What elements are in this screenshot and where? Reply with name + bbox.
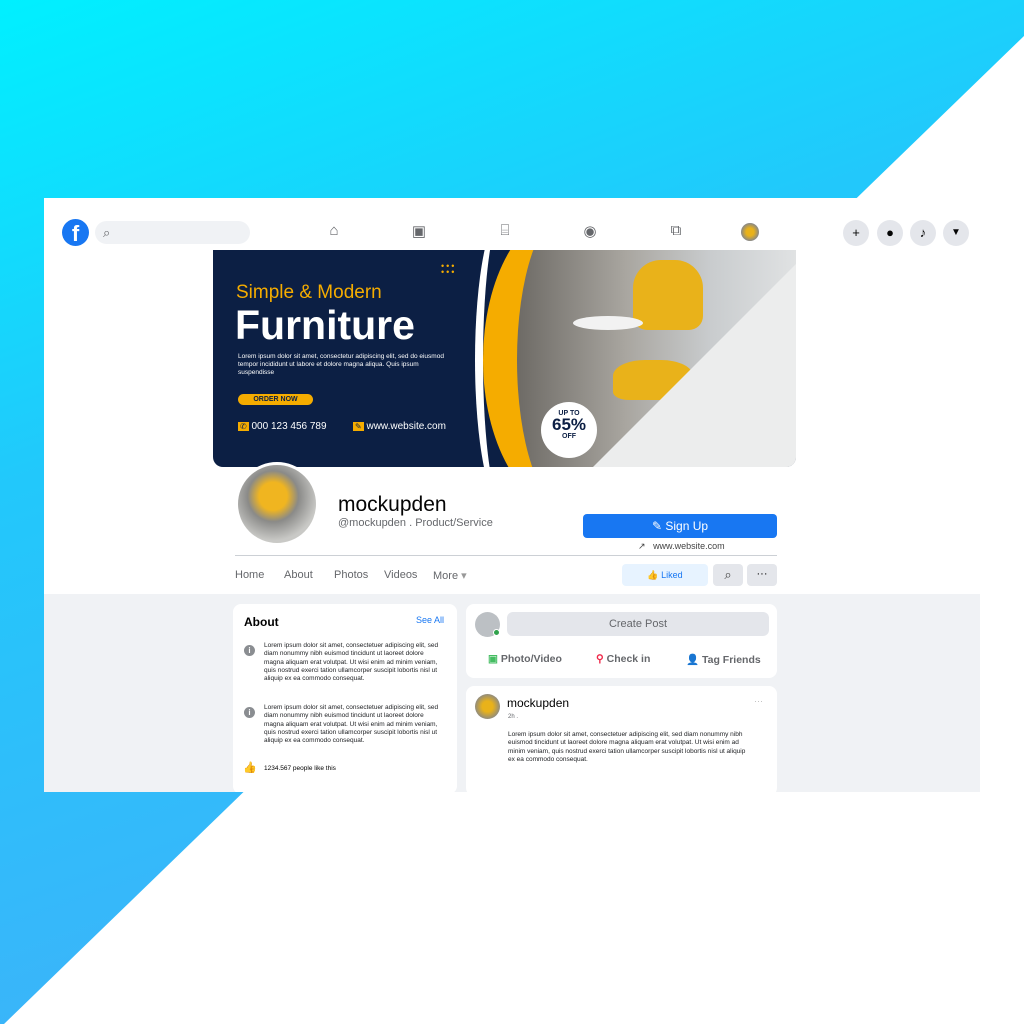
pencil-icon: ✎ [353, 422, 364, 431]
white-curve [475, 250, 535, 467]
about-card: About See All i Lorem ipsum dolor sit am… [233, 604, 457, 792]
thumbs-up-icon: 👍 [243, 762, 257, 774]
divider [235, 555, 777, 556]
dots-decoration: ••• ••• [441, 261, 457, 277]
caret-down-icon[interactable]: ▼ [943, 220, 969, 246]
tab-more-label: More [433, 570, 459, 582]
liked-label: Liked [661, 570, 683, 580]
tab-more[interactable]: More ▾ [433, 569, 467, 582]
profile-avatar[interactable] [235, 462, 319, 546]
composer-card: Create Post ▣ Photo/Video ⚲ Check in 👤 T… [466, 604, 777, 678]
profile-icon[interactable] [741, 223, 759, 241]
post-body: Lorem ipsum dolor sit amet, consectetuer… [508, 731, 746, 763]
tag-friends-button[interactable]: 👤 Tag Friends [686, 653, 761, 666]
thumbs-up-icon: 👍 [647, 570, 659, 580]
post-avatar[interactable] [475, 694, 500, 719]
discount-badge: UP TO 65% OFF [541, 402, 597, 458]
online-dot [493, 629, 500, 636]
tab-home[interactable]: Home [235, 569, 264, 581]
check-in-button[interactable]: ⚲ Check in [596, 653, 650, 665]
likes-count: 1234.567 people like this [264, 765, 336, 772]
external-link-icon: ↗ [638, 541, 646, 551]
groups-icon[interactable]: ◉ [579, 222, 601, 240]
caret-down-icon: ▾ [461, 570, 467, 582]
more-options-icon[interactable]: ··· [747, 564, 777, 586]
cover-body: Lorem ipsum dolor sit amet, consectetur … [238, 353, 444, 376]
website-link[interactable]: ↗ www.website.com [638, 541, 725, 552]
tab-videos[interactable]: Videos [384, 569, 417, 581]
sign-up-button[interactable]: ✎ Sign Up [583, 514, 777, 538]
website-label: www.website.com [653, 541, 725, 551]
post-time: 2h . [508, 714, 519, 720]
liked-button[interactable]: 👍 Liked [622, 564, 708, 586]
badge-value: 65% [551, 415, 587, 434]
photo-icon: ▣ [488, 653, 498, 665]
tab-about[interactable]: About [284, 569, 313, 581]
post-more-icon[interactable]: ··· [754, 696, 763, 706]
sign-up-label: Sign Up [665, 519, 709, 533]
create-post-input[interactable]: Create Post [507, 612, 769, 636]
search-icon[interactable]: ⌕ [713, 564, 743, 586]
see-all-link[interactable]: See All [416, 615, 444, 625]
cover-website: www.website.com [366, 421, 446, 432]
photo-video-button[interactable]: ▣ Photo/Video [488, 653, 562, 665]
post-author[interactable]: mockupden [507, 696, 569, 710]
info-icon: i [244, 707, 255, 718]
search-icon: ⌕ [103, 225, 111, 240]
badge-bottom: OFF [562, 433, 576, 440]
location-pin-icon: ⚲ [596, 653, 604, 665]
tag-friends-label: Tag Friends [702, 654, 761, 666]
about-item: Lorem ipsum dolor sit amet, consectetuer… [264, 642, 439, 683]
phone-icon: ✆ [238, 422, 249, 431]
tab-photos[interactable]: Photos [334, 569, 368, 581]
tag-friends-icon: 👤 [686, 654, 700, 666]
plus-icon[interactable]: + [843, 220, 869, 246]
post-card: mockupden 2h . ··· Lorem ipsum dolor sit… [466, 686, 777, 792]
check-in-label: Check in [606, 653, 651, 665]
cover-phone: 000 123 456 789 [251, 421, 327, 432]
messenger-icon[interactable]: ● [877, 220, 903, 246]
gaming-icon[interactable]: ⧉ [665, 222, 687, 239]
page-name: mockupden [338, 493, 447, 516]
marketplace-icon[interactable]: ⌸ [494, 222, 516, 239]
info-icon: i [244, 645, 255, 656]
cover-subtitle: Simple & Modern [236, 282, 382, 303]
home-icon[interactable]: ⌂ [323, 222, 345, 239]
facebook-logo[interactable]: f [62, 219, 89, 246]
cover-photo[interactable]: ••• ••• Simple & Modern Furniture Lorem i… [213, 250, 796, 467]
page-handle: @mockupden . Product/Service [338, 517, 493, 529]
bell-icon[interactable]: ♪ [910, 220, 936, 246]
cover-title: Furniture [235, 302, 415, 348]
watch-icon[interactable]: ▣ [408, 222, 430, 240]
photo-video-label: Photo/Video [500, 653, 562, 665]
facebook-page-window: f ⌕ ⌂ ▣ ⌸ ◉ ⧉ + ● ♪ ▼ ••• ••• Simple & Mo… [44, 198, 980, 792]
search-input[interactable]: ⌕ [95, 221, 250, 244]
pencil-icon: ✎ [651, 519, 662, 533]
about-item: Lorem ipsum dolor sit amet, consectetuer… [264, 704, 439, 745]
about-title: About [244, 615, 279, 629]
order-now-button[interactable]: ORDER NOW [238, 394, 313, 405]
user-avatar-icon [475, 612, 500, 637]
